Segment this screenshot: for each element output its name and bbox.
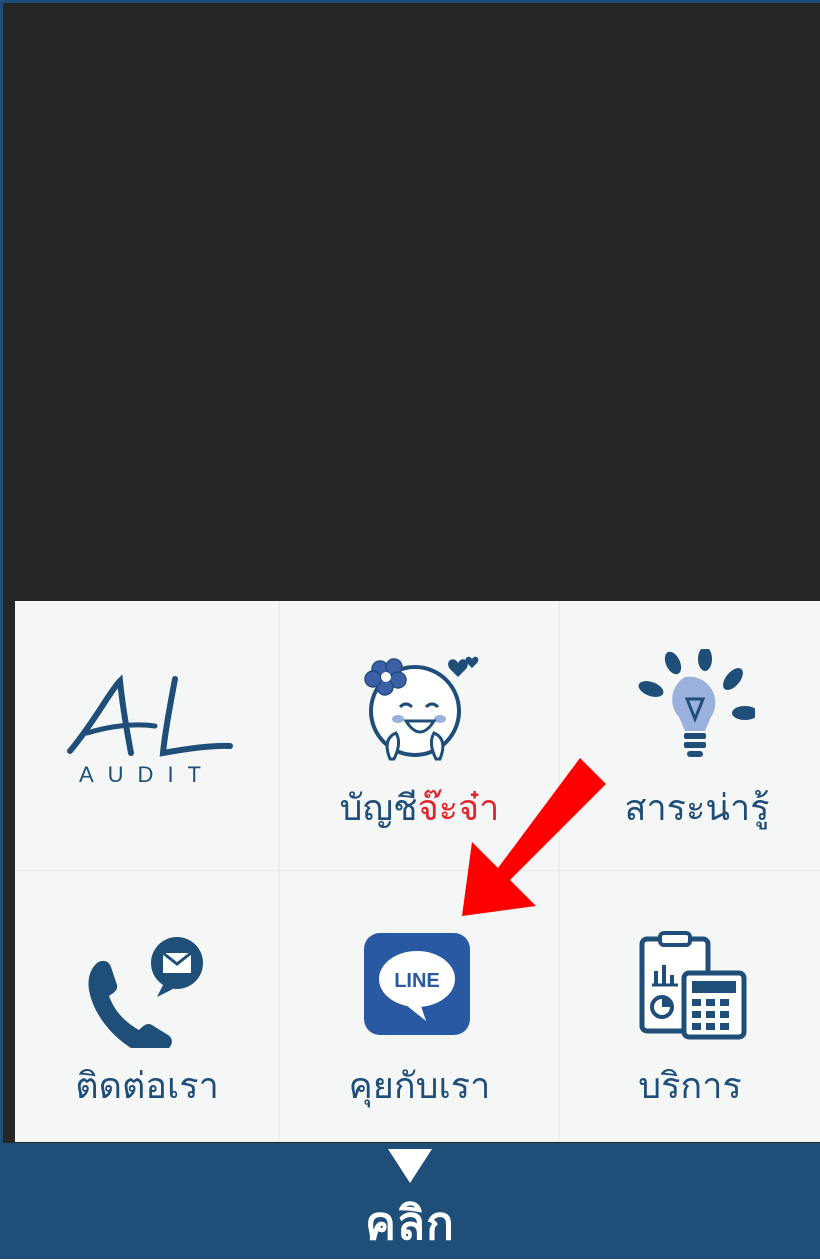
menu-item-label: คุยกับเรา [348,1066,491,1107]
menu-item-label: ติดต่อเรา [75,1066,219,1107]
menu-item-account-blog[interactable]: บัญชีจ๊ะจ๋า [280,601,560,871]
menu-item-services[interactable]: บริการ [560,871,820,1142]
menu-item-label: บริการ [638,1066,742,1107]
label-accent: จ๊ะจ๋า [417,788,500,829]
menu-item-label: บัญชีจ๊ะจ๋า [280,779,559,836]
triangle-down-icon [388,1149,432,1183]
click-label: คลิก [365,1196,455,1250]
line-app-icon: LINE [364,933,470,1035]
click-bar[interactable]: คลิก [0,1143,820,1259]
menu-grid: AUDIT บัญชีจ๊ะจ๋า สาระน่ารู้ ติดต่อเรา L… [15,601,820,1142]
menu-item-contact[interactable]: ติดต่อเรา [15,871,280,1142]
logo-subtitle: AUDIT [79,762,215,787]
line-icon-text: LINE [394,970,440,992]
cartoon-face-icon [364,656,479,761]
menu-item-knowledge[interactable]: สาระน่ารู้ [560,601,820,871]
menu-item-logo[interactable]: AUDIT [15,601,280,871]
label-main: บัญชี [339,788,418,829]
lightbulb-icon [638,649,755,757]
dark-content-area [3,3,820,601]
menu-item-line-chat[interactable]: LINE คุยกับเรา [280,871,560,1142]
clipboard-calculator-icon [639,931,747,1040]
al-audit-logo [67,674,233,757]
phone-mail-icon [88,937,203,1048]
menu-item-label: สาระน่ารู้ [624,788,770,829]
